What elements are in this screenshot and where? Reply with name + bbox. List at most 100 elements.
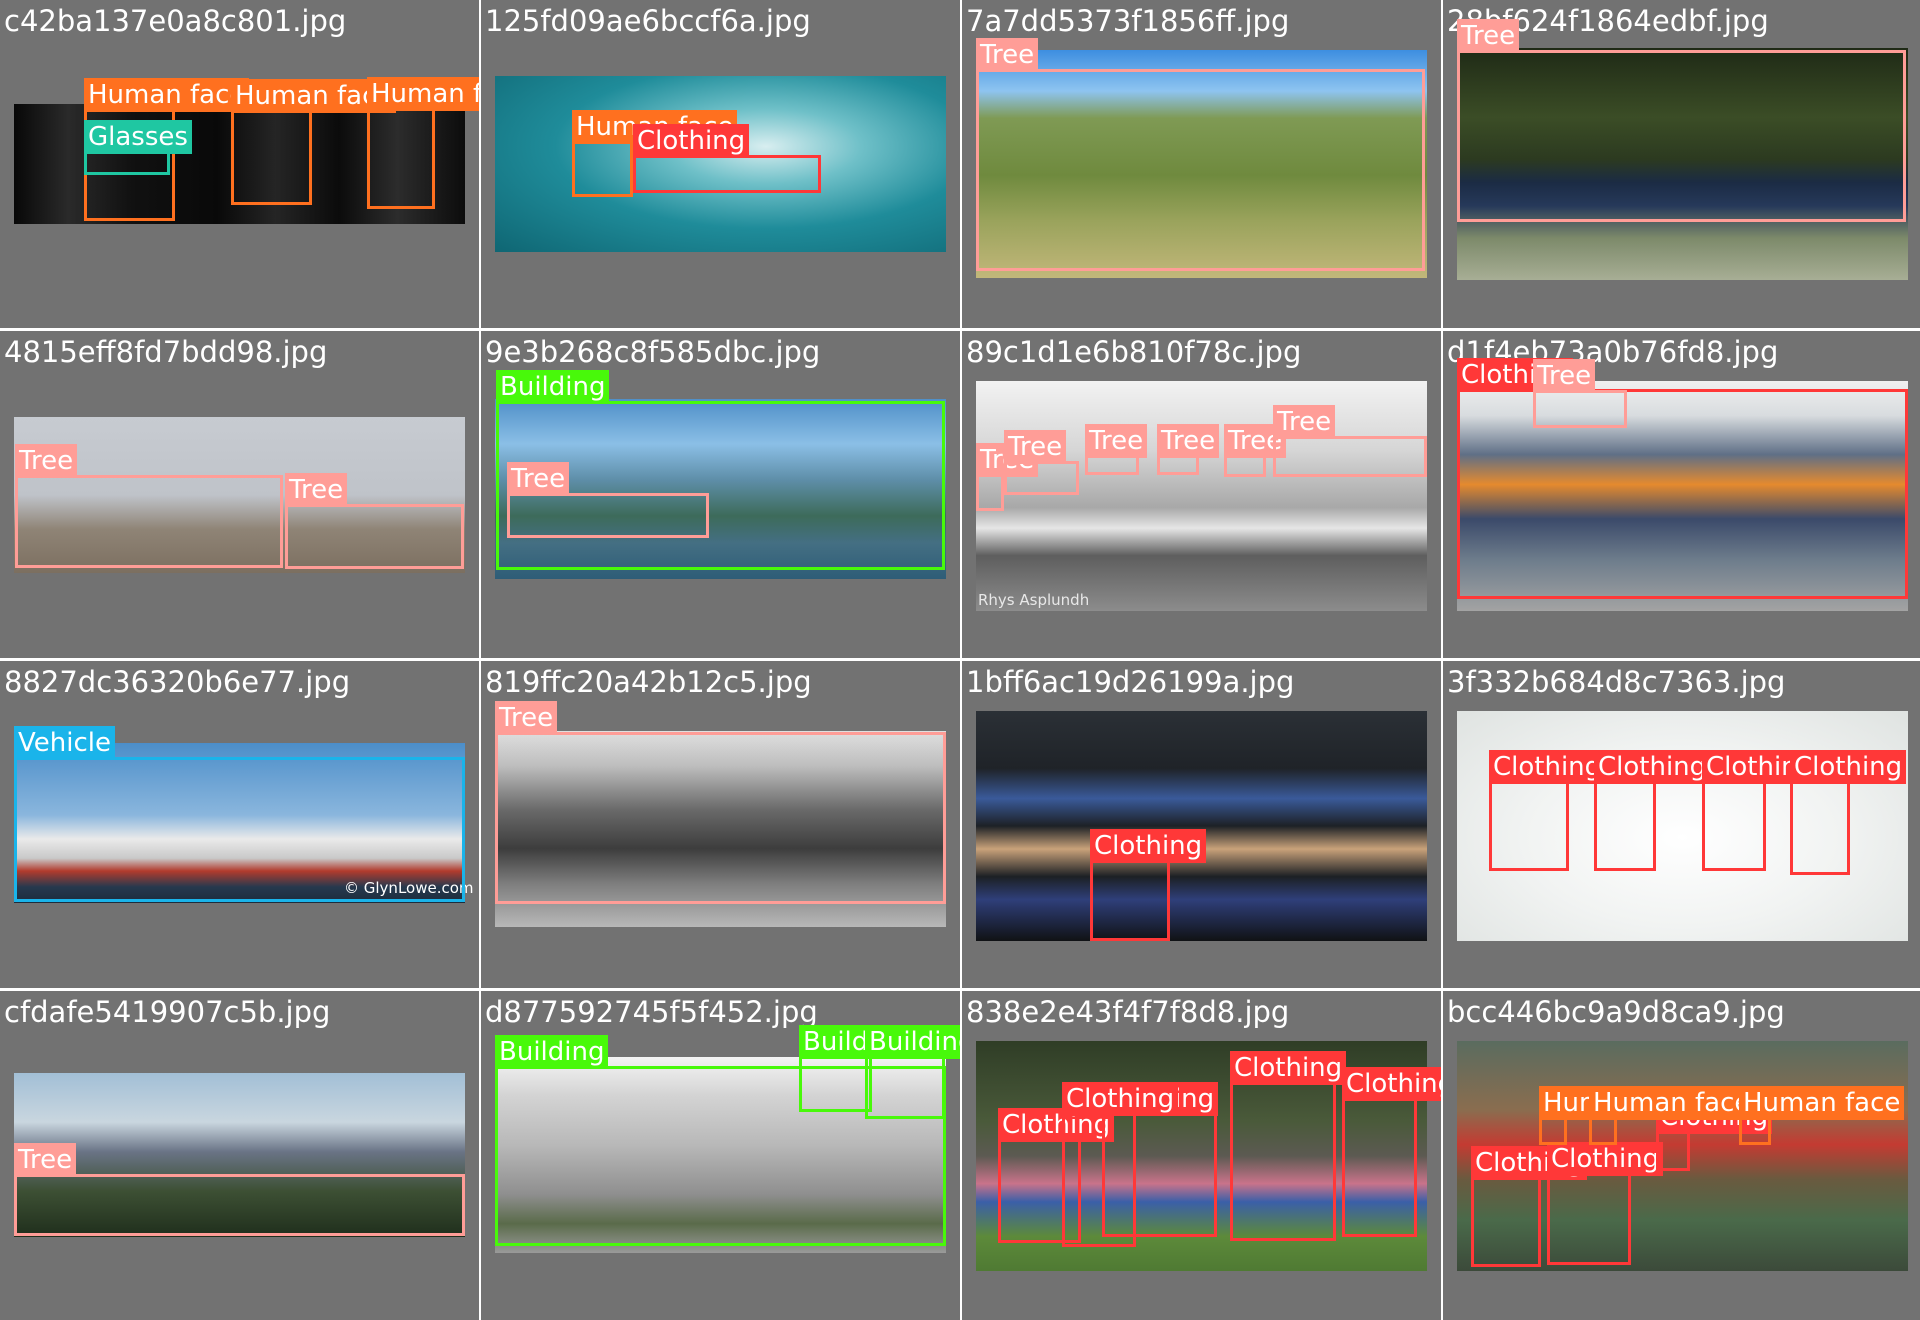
detection-box: Vehicle xyxy=(14,726,465,902)
tile-filename: 1bff6ac19d26199a.jpg xyxy=(966,665,1295,699)
tile: 125fd09ae6bccf6a.jpg Human face Clothing xyxy=(481,0,960,328)
detection-label: Tree xyxy=(976,38,1039,72)
tile-filename: 7a7dd5373f1856ff.jpg xyxy=(966,4,1290,38)
detection-label: Human face xyxy=(367,77,479,111)
detection-box: Tree xyxy=(285,473,464,569)
detection-label: Clothing xyxy=(633,124,750,158)
detection-box: Clothing xyxy=(1342,1067,1441,1237)
detection-box: Clothing xyxy=(1090,829,1207,941)
detection-box: Tree xyxy=(1273,405,1427,477)
detection-box: Clothing xyxy=(1471,1146,1588,1267)
detection-label: Clothing xyxy=(1547,1142,1664,1176)
tile-filename: d877592745f5f452.jpg xyxy=(485,995,818,1029)
detection-box: Tree xyxy=(1224,424,1287,477)
detection-label: Human face xyxy=(1589,1086,1755,1120)
detection-box: Building xyxy=(865,1025,960,1119)
tile: d1f4eb73a0b76fd8.jpg Clothing Tree xyxy=(1443,331,1920,658)
detection-label: Clothing xyxy=(1790,750,1907,784)
detection-box: Tree xyxy=(15,444,283,568)
photo-credit: Rhys Asplundh xyxy=(978,591,1090,609)
detection-label: Tree xyxy=(15,444,78,478)
detection-mosaic: c42ba137e0a8c801.jpg Human face Human fa… xyxy=(0,0,1920,1320)
detection-box: Clothing xyxy=(1489,750,1606,871)
tile-filename: 838e2e43f4f7f8d8.jpg xyxy=(966,995,1290,1029)
tile: 819ffc20a42b12c5.jpg Tree xyxy=(481,661,960,988)
detection-label: Building xyxy=(495,1035,609,1069)
detection-box: Clothing xyxy=(1547,1142,1664,1265)
tile: bcc446bc9a9d8ca9.jpg Clothing Clothing C… xyxy=(1443,991,1920,1320)
detection-label: Tree xyxy=(1157,424,1220,458)
detection-label: Tree xyxy=(1457,19,1520,53)
detection-box: Clothing xyxy=(1594,750,1711,871)
detection-label: Vehicle xyxy=(14,726,115,760)
tile-photo xyxy=(976,381,1427,611)
detection-label: Tree xyxy=(1085,424,1148,458)
detection-box: Clothing xyxy=(1457,358,1908,599)
detection-label: Glasses xyxy=(84,120,192,154)
tile-filename: 4815eff8fd7bdd98.jpg xyxy=(4,335,328,369)
tile: 7a7dd5373f1856ff.jpg Tree xyxy=(962,0,1441,328)
detection-label: Human face xyxy=(84,78,250,112)
detection-box: Tree xyxy=(1157,424,1220,475)
detection-label: Tree xyxy=(1533,359,1596,393)
detection-label: Tree xyxy=(495,701,558,735)
detection-box: Tree xyxy=(495,701,946,904)
tile: c42ba137e0a8c801.jpg Human face Human fa… xyxy=(0,0,479,328)
tile-filename: c42ba137e0a8c801.jpg xyxy=(4,4,347,38)
tile: cfdafe5419907c5b.jpg Tree xyxy=(0,991,479,1320)
detection-box: Building xyxy=(799,1025,913,1112)
tile: 3f332b684d8c7363.jpg Clothing Clothing C… xyxy=(1443,661,1920,988)
tile: 9e3b268c8f585dbc.jpg Building Tree xyxy=(481,331,960,658)
detection-label: Clothing xyxy=(1594,750,1711,784)
tile-filename: 819ffc20a42b12c5.jpg xyxy=(485,665,812,699)
detection-label: Building xyxy=(865,1025,960,1059)
detection-box: Tree xyxy=(1085,424,1148,475)
tile: 89c1d1e6b810f78c.jpg Rhys Asplundh Tree … xyxy=(962,331,1441,658)
detection-box: Human face xyxy=(1589,1086,1755,1145)
detection-box: Tree xyxy=(1004,430,1079,495)
detection-box: Tree xyxy=(976,38,1425,271)
detection-label: Clothing xyxy=(1090,829,1207,863)
detection-label: Building xyxy=(496,370,610,404)
tile-filename: 8827dc36320b6e77.jpg xyxy=(4,665,351,699)
detection-label: Tree xyxy=(1273,405,1336,439)
detection-box: Tree xyxy=(507,462,709,538)
tile: 4815eff8fd7bdd98.jpg Tree Tree xyxy=(0,331,479,658)
detection-box: Clothing xyxy=(1062,1082,1179,1247)
detection-label: Clothing xyxy=(1230,1051,1347,1085)
tile: d877592745f5f452.jpg Building Building B… xyxy=(481,991,960,1320)
tile-photo xyxy=(976,711,1427,941)
detection-box: Tree xyxy=(14,1143,465,1236)
tile: 838e2e43f4f7f8d8.jpg Clothing Clothing C… xyxy=(962,991,1441,1320)
tile: 28bf624f1864edbf.jpg Tree xyxy=(1443,0,1920,328)
tile: 1bff6ac19d26199a.jpg Clothing xyxy=(962,661,1441,988)
detection-label: Human face xyxy=(1739,1086,1905,1120)
detection-label: Tree xyxy=(14,1143,77,1177)
tile-filename: cfdafe5419907c5b.jpg xyxy=(4,995,331,1029)
detection-box: Human face xyxy=(572,110,738,197)
detection-box: Tree xyxy=(1457,19,1906,222)
tile-filename: 3f332b684d8c7363.jpg xyxy=(1447,665,1786,699)
detection-box: Tree xyxy=(976,443,1039,511)
tile-filename: 89c1d1e6b810f78c.jpg xyxy=(966,335,1302,369)
tile-filename: bcc446bc9a9d8ca9.jpg xyxy=(1447,995,1785,1029)
detection-box: Clothing xyxy=(1656,1100,1773,1171)
detection-box: Human face xyxy=(231,79,397,205)
detection-label: Tree xyxy=(1004,430,1067,464)
tile-filename: 9e3b268c8f585dbc.jpg xyxy=(485,335,821,369)
detection-box: Tree xyxy=(1533,359,1627,428)
detection-label: Clothing xyxy=(1342,1067,1441,1101)
detection-box: Human face xyxy=(367,77,479,209)
detection-box: Human face xyxy=(1739,1086,1905,1145)
detection-label: Tree xyxy=(507,462,570,496)
detection-label: Clothing xyxy=(1062,1082,1179,1116)
detection-box: Human face xyxy=(1539,1086,1705,1145)
detection-box: Clothing xyxy=(1230,1051,1347,1241)
detection-box: Clothing xyxy=(1702,750,1819,871)
detection-box: Clothing xyxy=(1790,750,1907,875)
detection-label: Clothing xyxy=(1489,750,1606,784)
detection-box: Glasses xyxy=(84,120,192,175)
detection-label: Tree xyxy=(285,473,348,507)
tile-filename: 125fd09ae6bccf6a.jpg xyxy=(485,4,811,38)
tile: 8827dc36320b6e77.jpg © GlynLowe.com Vehi… xyxy=(0,661,479,988)
